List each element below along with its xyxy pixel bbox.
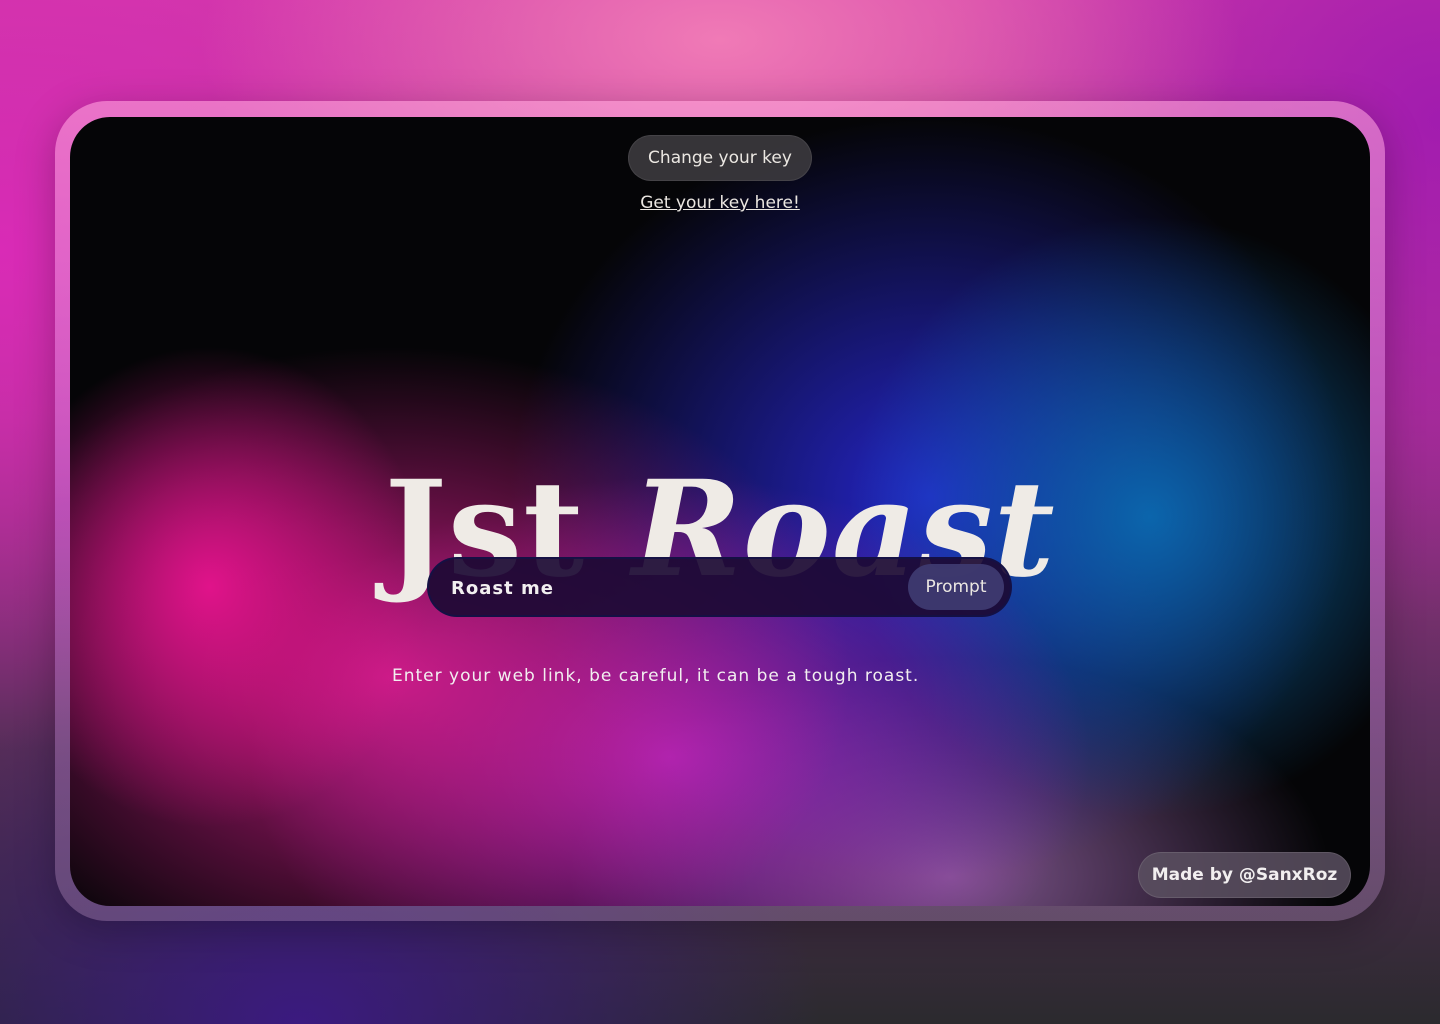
prompt-button[interactable]: Prompt bbox=[908, 564, 1004, 610]
prompt-bar: Prompt bbox=[427, 557, 1012, 617]
get-key-link[interactable]: Get your key here! bbox=[70, 193, 1370, 213]
url-input[interactable] bbox=[449, 559, 893, 617]
helper-text: Enter your web link, be careful, it can … bbox=[392, 666, 920, 686]
credit-badge[interactable]: Made by @SanxRoz bbox=[1138, 852, 1351, 898]
change-key-button[interactable]: Change your key bbox=[628, 135, 812, 181]
main-card: Change your key Get your key here! Jst R… bbox=[70, 117, 1370, 906]
